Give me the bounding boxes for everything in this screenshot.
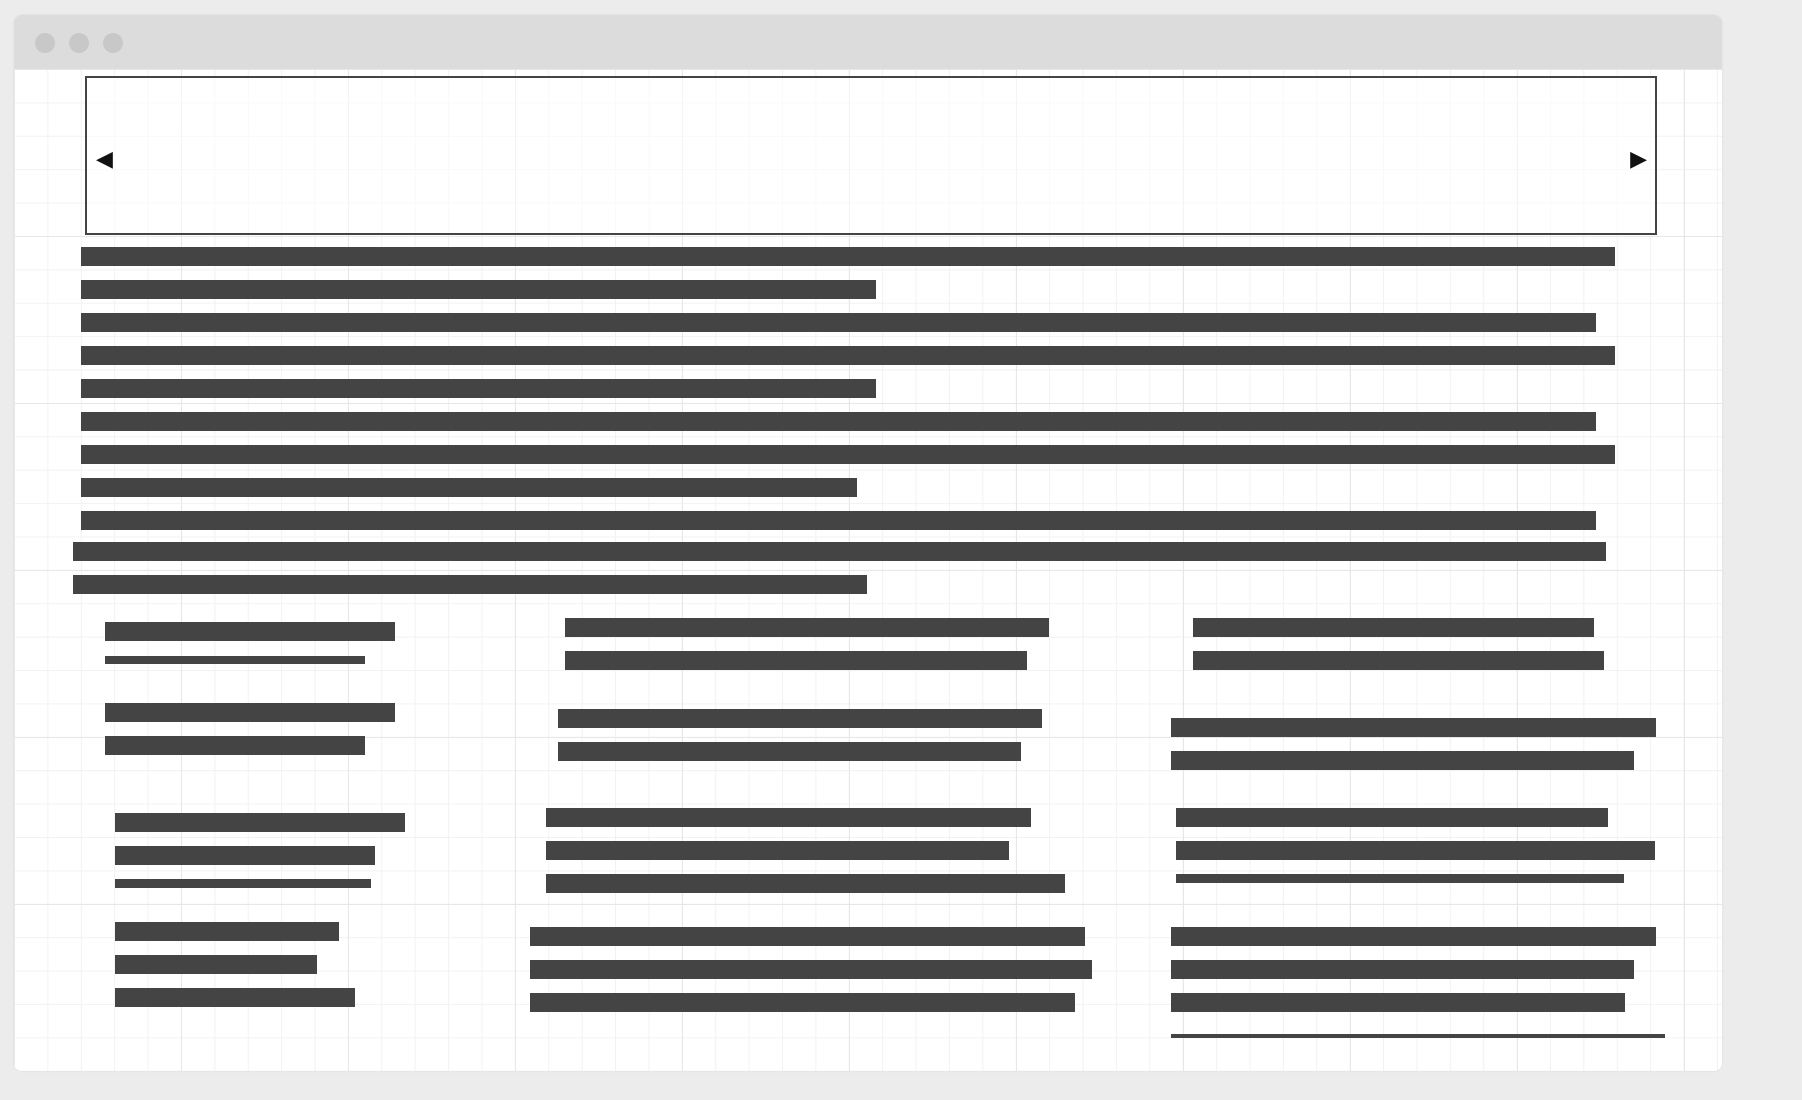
text-line-placeholder	[1193, 618, 1594, 637]
text-line-placeholder	[81, 478, 857, 497]
text-line-placeholder	[81, 379, 876, 398]
text-line-placeholder	[81, 346, 1615, 365]
carousel-next-icon[interactable]: ▶	[1630, 148, 1647, 170]
text-line-placeholder	[115, 813, 405, 832]
text-line-placeholder	[546, 841, 1009, 860]
image-carousel[interactable]: ◀ ▶	[85, 76, 1657, 235]
text-line-placeholder	[558, 709, 1042, 728]
text-line-placeholder	[115, 955, 317, 974]
text-line-placeholder	[115, 879, 371, 888]
text-line-placeholder	[1171, 718, 1656, 737]
text-line-placeholder	[73, 575, 867, 594]
text-line-placeholder	[115, 922, 339, 941]
text-line-placeholder	[115, 988, 355, 1007]
text-line-placeholder	[81, 511, 1596, 530]
text-line-placeholder	[115, 846, 375, 865]
title-bar	[14, 15, 1722, 69]
text-line-placeholder	[1193, 651, 1604, 670]
text-line-placeholder	[565, 651, 1027, 670]
text-line-placeholder	[565, 618, 1049, 637]
text-line-placeholder	[105, 622, 395, 641]
text-line-placeholder	[546, 874, 1065, 893]
text-line-placeholder	[105, 736, 365, 755]
text-line-placeholder	[105, 656, 365, 664]
carousel-prev-icon[interactable]: ◀	[96, 148, 113, 170]
text-line-placeholder	[546, 808, 1031, 827]
text-line-placeholder	[105, 703, 395, 722]
minimize-dot[interactable]	[69, 33, 89, 53]
text-line-placeholder	[1171, 751, 1634, 770]
text-line-placeholder	[81, 412, 1596, 431]
text-line-placeholder	[1176, 874, 1624, 883]
wireframe-canvas: ◀ ▶	[14, 69, 1722, 1071]
text-line-placeholder	[81, 247, 1615, 266]
text-line-placeholder	[81, 280, 876, 299]
browser-window: ◀ ▶	[14, 15, 1722, 1071]
divider-line	[1171, 1034, 1665, 1038]
maximize-dot[interactable]	[103, 33, 123, 53]
text-line-placeholder	[1171, 993, 1625, 1012]
text-line-placeholder	[1171, 960, 1634, 979]
text-line-placeholder	[558, 742, 1021, 761]
close-dot[interactable]	[35, 33, 55, 53]
text-line-placeholder	[530, 993, 1075, 1012]
text-line-placeholder	[81, 445, 1615, 464]
text-line-placeholder	[1171, 927, 1656, 946]
text-line-placeholder	[81, 313, 1596, 332]
text-line-placeholder	[73, 542, 1606, 561]
text-line-placeholder	[1176, 841, 1655, 860]
text-line-placeholder	[530, 960, 1092, 979]
text-line-placeholder	[530, 927, 1085, 946]
text-line-placeholder	[1176, 808, 1608, 827]
